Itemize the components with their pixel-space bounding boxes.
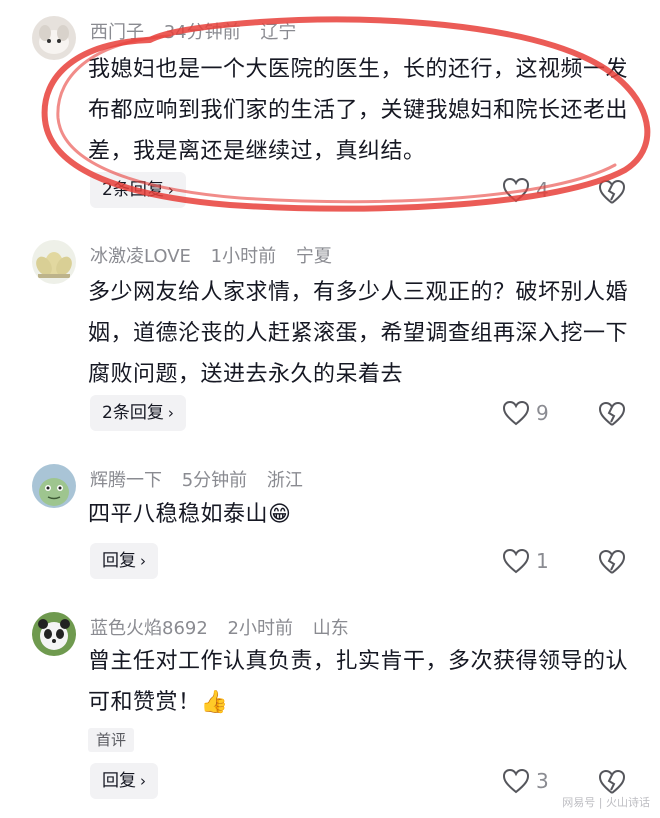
comment-text-content: 曾主任对工作认真负责，扎实肯干，多次获得领导的认可和赞赏！ <box>88 649 629 715</box>
like-count: 3 <box>536 769 549 793</box>
location: 辽宁 <box>260 22 297 43</box>
grin-emoji: 😁 <box>268 502 292 527</box>
location: 山东 <box>312 618 349 639</box>
heart-outline-icon <box>502 768 530 794</box>
broken-heart-icon[interactable] <box>598 548 626 576</box>
username[interactable]: 辉腾一下 <box>90 470 162 491</box>
broken-heart-icon[interactable] <box>598 178 626 206</box>
username[interactable]: 冰激凌LOVE <box>90 246 191 267</box>
avatar[interactable] <box>32 240 76 284</box>
like-button[interactable]: 1 <box>502 543 549 579</box>
reply-label: 2条回复 <box>102 180 164 200</box>
comment-text: 多少网友给人家求情，有多少人三观正的？破坏别人婚姻，道德沦丧的人赶紧滚蛋，希望调… <box>88 280 629 387</box>
reply-label: 回复 <box>102 551 136 571</box>
username[interactable]: 西门子 <box>90 22 144 43</box>
avatar[interactable] <box>32 464 76 508</box>
username[interactable]: 蓝色火焰8692 <box>90 618 208 639</box>
like-count: 1 <box>536 549 549 573</box>
view-replies-button[interactable]: 2条回复 › <box>90 395 186 431</box>
heart-outline-icon <box>502 400 530 426</box>
reply-button[interactable]: 回复 › <box>90 543 158 579</box>
timestamp: 5分钟前 <box>181 470 248 491</box>
heart-outline-icon <box>502 177 530 203</box>
comment-text: 曾主任对工作认真负责，扎实肯干，多次获得领导的认可和赞赏！👍 <box>88 641 636 723</box>
comment-text: 四平八稳稳如泰山😁 <box>88 494 636 535</box>
reply-label: 回复 <box>102 771 136 791</box>
avatar[interactable] <box>32 612 76 656</box>
chevron-right-icon: › <box>167 404 174 422</box>
comment-meta: 蓝色火焰8692 2小时前 山东 <box>90 614 363 640</box>
comment-meta: 辉腾一下 5分钟前 浙江 <box>90 466 317 492</box>
reply-button[interactable]: 回复 › <box>90 763 158 799</box>
thumbs-up-emoji: 👍 <box>200 690 229 715</box>
like-count: 4 <box>536 178 549 202</box>
location: 宁夏 <box>295 246 332 267</box>
chevron-right-icon: › <box>167 181 174 199</box>
heart-outline-icon <box>502 548 530 574</box>
comment-meta: 冰激凌LOVE 1小时前 宁夏 <box>90 242 346 268</box>
like-button[interactable]: 3 <box>502 763 549 799</box>
comment-text: 我媳妇也是一个大医院的医生，长的还行，这视频一发布都应响到我们家的生活了，关键我… <box>88 57 629 164</box>
chevron-right-icon: › <box>140 772 146 790</box>
reply-label: 2条回复 <box>102 403 164 423</box>
comment-meta: 西门子 34分钟前 辽宁 <box>90 18 310 44</box>
timestamp: 34分钟前 <box>163 22 241 43</box>
location: 浙江 <box>266 470 303 491</box>
view-replies-button[interactable]: 2条回复 › <box>90 172 186 208</box>
broken-heart-icon[interactable] <box>598 768 626 796</box>
chevron-right-icon: › <box>140 552 146 570</box>
timestamp: 1小时前 <box>210 246 277 267</box>
avatar[interactable] <box>32 16 76 60</box>
timestamp: 2小时前 <box>227 618 293 639</box>
comment-text-content: 四平八稳稳如泰山 <box>88 502 269 527</box>
watermark: 网易号 | 火山诗话 <box>562 796 650 809</box>
first-comment-badge: 首评 <box>88 728 135 752</box>
like-button[interactable]: 9 <box>502 395 549 431</box>
broken-heart-icon[interactable] <box>598 400 626 428</box>
like-button[interactable]: 4 <box>502 172 549 208</box>
like-count: 9 <box>536 401 549 425</box>
